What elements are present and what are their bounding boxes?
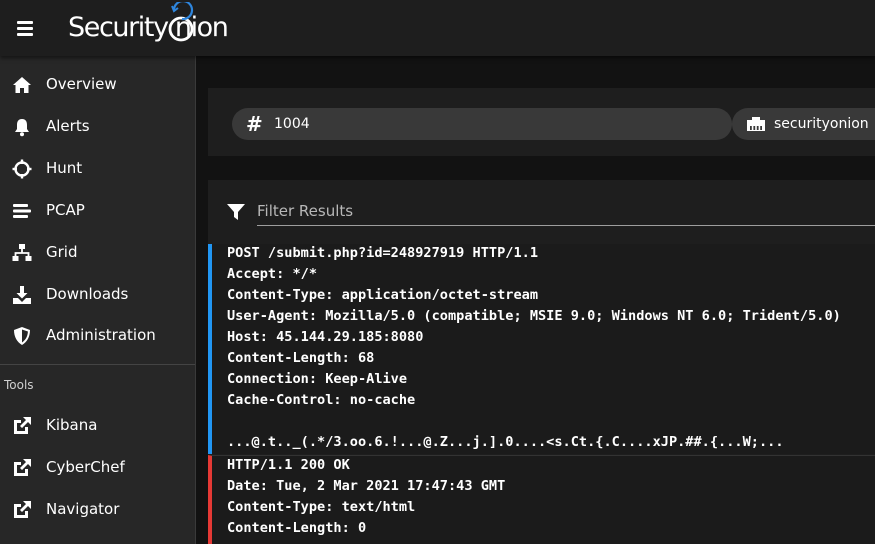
menu-icon-bar — [17, 27, 33, 30]
sidebar-item-administration[interactable]: Administration — [0, 315, 195, 357]
external-link-icon — [14, 501, 31, 518]
filter-icon — [227, 204, 245, 220]
home-icon — [13, 77, 31, 93]
app-bar: Security nion — [0, 0, 875, 56]
logo-text: Security nion — [68, 12, 229, 43]
transcript-line: Date: Tue, 2 Mar 2021 17:47:43 GMT — [227, 478, 506, 494]
transcript-line: Content-Length: 68 — [227, 350, 375, 366]
menu-icon-bar — [17, 33, 33, 36]
filter-input[interactable] — [257, 196, 875, 226]
sidebar-item-label: Kibana — [46, 416, 98, 434]
sidebar-item-kibana[interactable]: Kibana — [0, 405, 195, 447]
job-details-card: # 1004 securityonion — [208, 88, 875, 156]
sidebar-item-label: Overview — [46, 75, 117, 93]
sidebar-item-alerts[interactable]: Alerts — [0, 106, 195, 148]
transcript-line: Content-Type: text/html — [227, 499, 416, 515]
sidebar-item-label: Administration — [46, 326, 156, 344]
job-id-chip[interactable]: # 1004 — [232, 108, 732, 140]
external-link-icon — [14, 417, 31, 434]
client-stream-block: POST /submit.php?id=248927919 HTTP/1.1 A… — [208, 244, 875, 454]
sidebar-item-downloads[interactable]: Downloads — [0, 274, 195, 316]
network-icon — [12, 244, 32, 261]
ethernet-icon — [747, 117, 765, 131]
sidebar-item-label: Navigator — [46, 500, 120, 518]
sidebar-item-navigator[interactable]: Navigator — [0, 489, 195, 531]
sensor-host-value: securityonion — [774, 116, 869, 132]
hash-icon: # — [246, 112, 263, 136]
sensor-host-chip[interactable]: securityonion — [732, 108, 875, 140]
transcript-line: Accept: */* — [227, 266, 318, 282]
sidebar-item-pcap[interactable]: PCAP — [0, 190, 195, 232]
crosshairs-icon — [12, 159, 32, 179]
sidebar-item-grid[interactable]: Grid — [0, 232, 195, 274]
sidebar-item-label: Downloads — [46, 285, 129, 303]
sidebar-item-hunt[interactable]: Hunt — [0, 148, 195, 190]
sidebar-item-label: Grid — [46, 243, 78, 261]
shield-icon — [14, 327, 30, 345]
transcript-line: Connection: Keep-Alive — [227, 371, 408, 387]
main-content: # 1004 securityonion POST /submit.php?id… — [196, 56, 875, 544]
sidebar: Overview Alerts Hunt PCAP Grid Downloads… — [0, 56, 196, 544]
sidebar-item-label: PCAP — [46, 201, 85, 219]
pcap-results-card: POST /submit.php?id=248927919 HTTP/1.1 A… — [208, 180, 875, 544]
stream-icon — [13, 204, 31, 218]
transcript-line: POST /submit.php?id=248927919 HTTP/1.1 — [227, 245, 538, 261]
sidebar-item-cyberchef[interactable]: CyberChef — [0, 447, 195, 489]
transcript-line: ...@.t.._(.*/3.oo.6.!...@.Z...j.].0....<… — [227, 434, 784, 450]
transcript-line: User-Agent: Mozilla/5.0 (compatible; MSI… — [227, 308, 841, 324]
menu-button[interactable] — [10, 12, 40, 42]
sidebar-item-label: Alerts — [46, 117, 90, 135]
sidebar-item-label: Hunt — [46, 159, 83, 177]
transcript-line: Cache-Control: no-cache — [227, 392, 416, 408]
sidebar-divider — [0, 364, 195, 365]
job-id-value: 1004 — [274, 116, 310, 132]
external-link-icon — [14, 459, 31, 476]
sidebar-item-overview[interactable]: Overview — [0, 64, 195, 106]
transcript-line: Content-Length: 0 — [227, 520, 367, 536]
sidebar-item-label: CyberChef — [46, 458, 125, 476]
onion-logo-icon — [168, 2, 194, 42]
transcript-line: Content-Type: application/octet-stream — [227, 287, 538, 303]
server-stream-block: HTTP/1.1 200 OK Date: Tue, 2 Mar 2021 17… — [208, 455, 875, 544]
tools-heading: Tools — [4, 378, 34, 392]
transcript-line: Host: 45.144.29.185:8080 — [227, 329, 424, 345]
transcript-line: HTTP/1.1 200 OK — [227, 457, 350, 473]
bell-icon — [15, 119, 29, 137]
menu-icon — [17, 21, 33, 24]
download-icon — [13, 286, 31, 304]
